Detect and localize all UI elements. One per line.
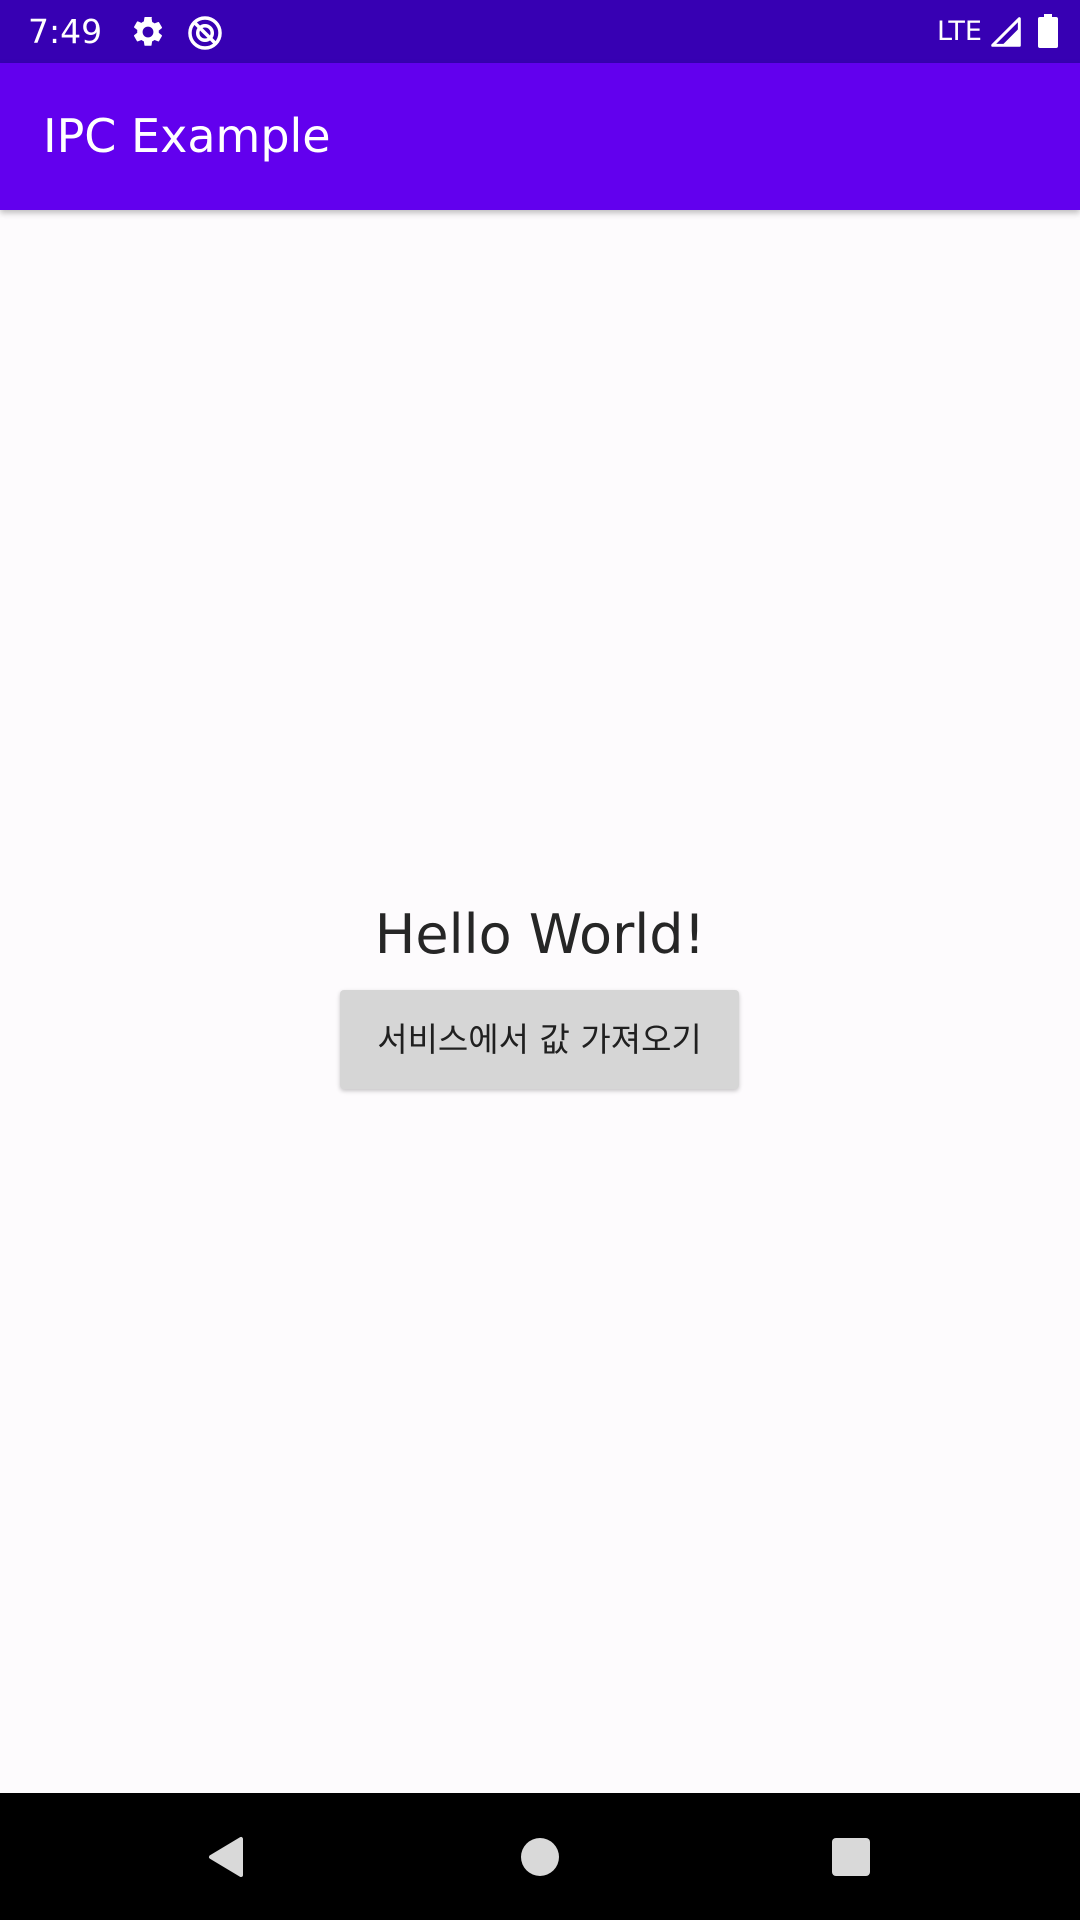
recents-icon xyxy=(832,1837,870,1876)
back-button[interactable] xyxy=(135,1793,315,1920)
app-bar: IPC Example xyxy=(0,63,1080,210)
recents-button[interactable] xyxy=(761,1793,941,1920)
home-button[interactable] xyxy=(450,1793,630,1920)
back-icon xyxy=(209,1836,243,1877)
network-type: LTE xyxy=(937,16,982,47)
hello-text: Hello World! xyxy=(374,903,706,966)
app-title: IPC Example xyxy=(43,109,331,163)
status-time: 7:49 xyxy=(28,12,103,51)
main-content: Hello World! 서비스에서 값 가져오기 xyxy=(0,210,1080,1793)
fetch-from-service-button[interactable]: 서비스에서 값 가져오기 xyxy=(340,990,739,1089)
home-icon xyxy=(521,1837,559,1876)
settings-icon xyxy=(130,14,166,50)
signal-icon xyxy=(990,16,1026,52)
status-bar: 7:49 LTE xyxy=(0,0,1080,63)
battery-icon xyxy=(1037,14,1073,50)
navigation-bar xyxy=(0,1793,1080,1920)
do-not-disturb-icon xyxy=(186,14,222,50)
